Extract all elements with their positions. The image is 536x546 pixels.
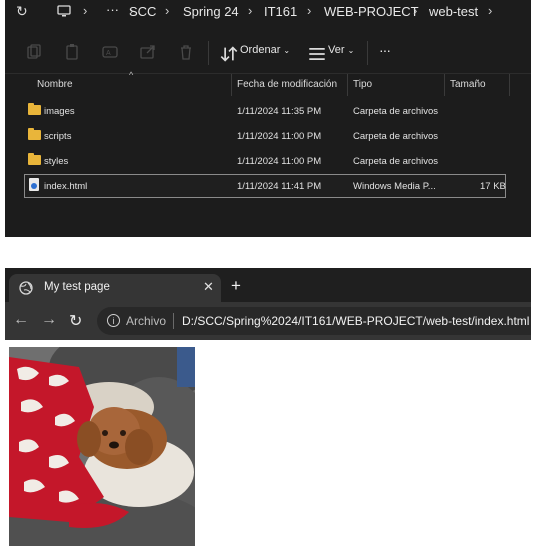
address-bar[interactable]: ↻ › ··· › SCC › Spring 24 › IT161 › WEB-… — [5, 0, 531, 24]
browser-window: My test page ✕ + ← → ↻ i Archivo D:/SCC/… — [5, 268, 531, 340]
breadcrumb-item[interactable]: IT161 — [264, 4, 297, 19]
copy-icon[interactable] — [63, 43, 81, 61]
column-header-modified[interactable]: Fecha de modificación — [237, 79, 337, 90]
file-modified: 1/11/2024 11:00 PM — [237, 156, 322, 167]
file-row-images[interactable]: images 1/11/2024 11:35 PM Carpeta de arc… — [25, 100, 505, 122]
column-divider[interactable] — [444, 74, 445, 96]
file-row-styles[interactable]: styles 1/11/2024 11:00 PM Carpeta de arc… — [25, 150, 505, 172]
file-modified: 1/11/2024 11:00 PM — [237, 131, 322, 142]
file-name: images — [44, 106, 75, 117]
file-row-scripts[interactable]: scripts 1/11/2024 11:00 PM Carpeta de ar… — [25, 125, 505, 147]
file-name: index.html — [44, 181, 88, 192]
svg-text:A: A — [106, 50, 111, 57]
sort-icon[interactable] — [220, 45, 238, 63]
file-type: Carpeta de archivos — [353, 131, 439, 142]
tab-title: My test page — [44, 281, 110, 293]
view-icon[interactable] — [308, 45, 326, 63]
column-divider[interactable] — [231, 74, 232, 96]
refresh-icon[interactable]: ↻ — [16, 3, 28, 20]
chevron-right-icon: › — [83, 3, 88, 18]
share-icon[interactable] — [139, 43, 157, 61]
reload-icon[interactable]: ↻ — [69, 311, 82, 331]
toolbar-divider — [367, 41, 368, 65]
column-headers: ^ Nombre Fecha de modificación Tipo Tama… — [5, 70, 531, 96]
this-pc-icon[interactable] — [57, 5, 71, 17]
chevron-down-icon: ⌄ — [283, 46, 291, 55]
tab-strip: My test page ✕ + — [5, 268, 531, 302]
column-header-type[interactable]: Tipo — [353, 79, 372, 90]
column-divider[interactable] — [509, 74, 510, 96]
file-explorer-window: ↻ › ··· › SCC › Spring 24 › IT161 › WEB-… — [5, 0, 531, 237]
chevron-right-icon: › — [165, 3, 170, 18]
new-item-icon[interactable] — [25, 43, 43, 61]
rename-icon[interactable]: A — [101, 43, 119, 61]
chevron-right-icon[interactable]: › — [488, 3, 492, 18]
forward-arrow-icon[interactable]: → — [41, 311, 57, 329]
folder-icon — [28, 128, 41, 140]
chevron-down-icon: ⌄ — [347, 46, 355, 55]
file-type: Windows Media P... — [353, 181, 436, 192]
delete-icon[interactable] — [177, 43, 195, 61]
omnibox-divider — [173, 313, 174, 329]
column-header-name[interactable]: Nombre — [37, 79, 73, 90]
url-text[interactable]: D:/SCC/Spring%2024/IT161/WEB-PROJECT/web… — [182, 314, 529, 328]
file-type: Carpeta de archivos — [353, 106, 439, 117]
column-header-size[interactable]: Tamaño — [450, 79, 486, 90]
chevron-right-icon: › — [307, 3, 312, 18]
more-options-button[interactable]: ··· — [379, 42, 391, 58]
info-icon[interactable]: i — [107, 314, 120, 327]
chevron-right-icon: › — [413, 3, 418, 18]
toolbar-divider — [208, 41, 209, 65]
breadcrumb-item[interactable]: SCC — [129, 4, 156, 19]
close-icon[interactable]: ✕ — [203, 279, 214, 295]
new-tab-button[interactable]: + — [231, 276, 241, 296]
command-bar: A Ordenar ⌄ Ver ⌄ ··· — [5, 33, 531, 74]
file-modified: 1/11/2024 11:41 PM — [237, 181, 322, 192]
column-divider[interactable] — [347, 74, 348, 96]
html-file-icon — [29, 178, 39, 191]
breadcrumb-item[interactable]: web-test — [429, 4, 478, 19]
back-arrow-icon[interactable]: ← — [13, 311, 29, 329]
sort-button[interactable]: Ordenar ⌄ — [240, 44, 290, 56]
dog-photo — [9, 347, 195, 546]
file-modified: 1/11/2024 11:35 PM — [237, 106, 322, 117]
sort-label: Ordenar — [240, 44, 281, 56]
breadcrumb-item[interactable]: Spring 24 — [183, 4, 239, 19]
address-bar[interactable]: i Archivo D:/SCC/Spring%2024/IT161/WEB-P… — [97, 307, 531, 335]
file-name: scripts — [44, 131, 72, 142]
file-name: styles — [44, 156, 69, 167]
sort-up-icon: ^ — [129, 70, 134, 80]
folder-icon — [28, 103, 41, 115]
breadcrumb-item[interactable]: WEB-PROJECT — [324, 4, 419, 19]
file-row-index-html[interactable]: index.html 1/11/2024 11:41 PM Windows Me… — [24, 174, 506, 198]
view-button[interactable]: Ver ⌄ — [328, 44, 354, 56]
browser-toolbar: ← → ↻ i Archivo D:/SCC/Spring%2024/IT161… — [5, 302, 531, 340]
folder-icon — [28, 153, 41, 165]
globe-icon — [19, 281, 33, 295]
site-info-label[interactable]: Archivo — [126, 314, 166, 328]
chevron-right-icon: › — [248, 3, 253, 18]
breadcrumb-overflow[interactable]: ··· — [106, 2, 119, 17]
file-size: 17 KB — [480, 181, 506, 192]
view-label: Ver — [328, 44, 345, 56]
browser-tab[interactable]: My test page ✕ — [9, 274, 221, 302]
file-type: Carpeta de archivos — [353, 156, 439, 167]
